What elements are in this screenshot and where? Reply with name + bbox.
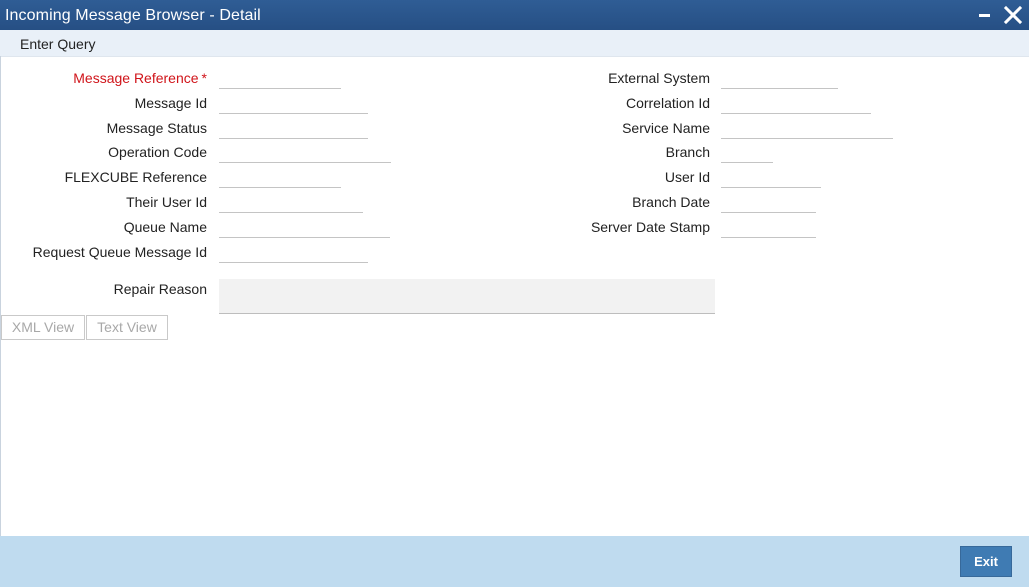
operation-code-field[interactable] bbox=[219, 144, 391, 163]
close-icon[interactable] bbox=[1003, 5, 1023, 25]
required-asterisk: * bbox=[201, 70, 207, 86]
user-id-label: User Id bbox=[664, 169, 710, 185]
repair-reason-label: Repair Reason bbox=[113, 281, 207, 297]
user-id-field[interactable] bbox=[721, 169, 821, 188]
message-id-label: Message Id bbox=[134, 95, 207, 111]
flexcube-reference-label: FLEXCUBE Reference bbox=[64, 169, 207, 185]
message-reference-label: Message Reference * bbox=[73, 70, 207, 86]
xml-view-button[interactable]: XML View bbox=[1, 315, 85, 340]
service-name-label: Service Name bbox=[622, 120, 710, 136]
correlation-id-label: Correlation Id bbox=[625, 95, 710, 111]
service-name-field[interactable] bbox=[721, 120, 893, 139]
branch-date-field[interactable] bbox=[721, 194, 816, 213]
external-system-field[interactable] bbox=[721, 70, 838, 89]
footer-bar bbox=[0, 536, 1029, 587]
request-queue-message-id-label: Request Queue Message Id bbox=[32, 244, 207, 260]
branch-label: Branch bbox=[665, 144, 710, 160]
message-reference-field[interactable] bbox=[219, 70, 341, 89]
external-system-label: External System bbox=[608, 70, 710, 86]
request-queue-message-id-field[interactable] bbox=[219, 244, 368, 263]
queue-name-field[interactable] bbox=[219, 219, 390, 238]
message-id-field[interactable] bbox=[219, 95, 368, 114]
server-date-stamp-field[interactable] bbox=[721, 219, 816, 238]
server-date-stamp-label: Server Date Stamp bbox=[590, 219, 710, 235]
message-status-field[interactable] bbox=[219, 120, 368, 139]
operation-code-label: Operation Code bbox=[108, 144, 207, 160]
exit-button[interactable]: Exit bbox=[960, 546, 1012, 577]
queue-name-label: Queue Name bbox=[123, 219, 207, 235]
repair-reason-textarea[interactable] bbox=[219, 279, 715, 314]
text-view-button[interactable]: Text View bbox=[86, 315, 168, 340]
branch-date-label: Branch Date bbox=[632, 194, 710, 210]
window-border bbox=[0, 56, 1, 536]
window-title: Incoming Message Browser - Detail bbox=[5, 7, 261, 24]
flexcube-reference-field[interactable] bbox=[219, 169, 341, 188]
minimize-icon[interactable] bbox=[979, 14, 990, 17]
title-bar: Incoming Message Browser - Detail bbox=[0, 0, 1029, 30]
toolbar: Enter Query bbox=[0, 30, 1029, 57]
branch-field[interactable] bbox=[721, 144, 773, 163]
their-user-id-label: Their User Id bbox=[126, 194, 207, 210]
correlation-id-field[interactable] bbox=[721, 95, 871, 114]
message-status-label: Message Status bbox=[106, 120, 207, 136]
their-user-id-field[interactable] bbox=[219, 194, 363, 213]
enter-query-button[interactable]: Enter Query bbox=[20, 36, 95, 52]
